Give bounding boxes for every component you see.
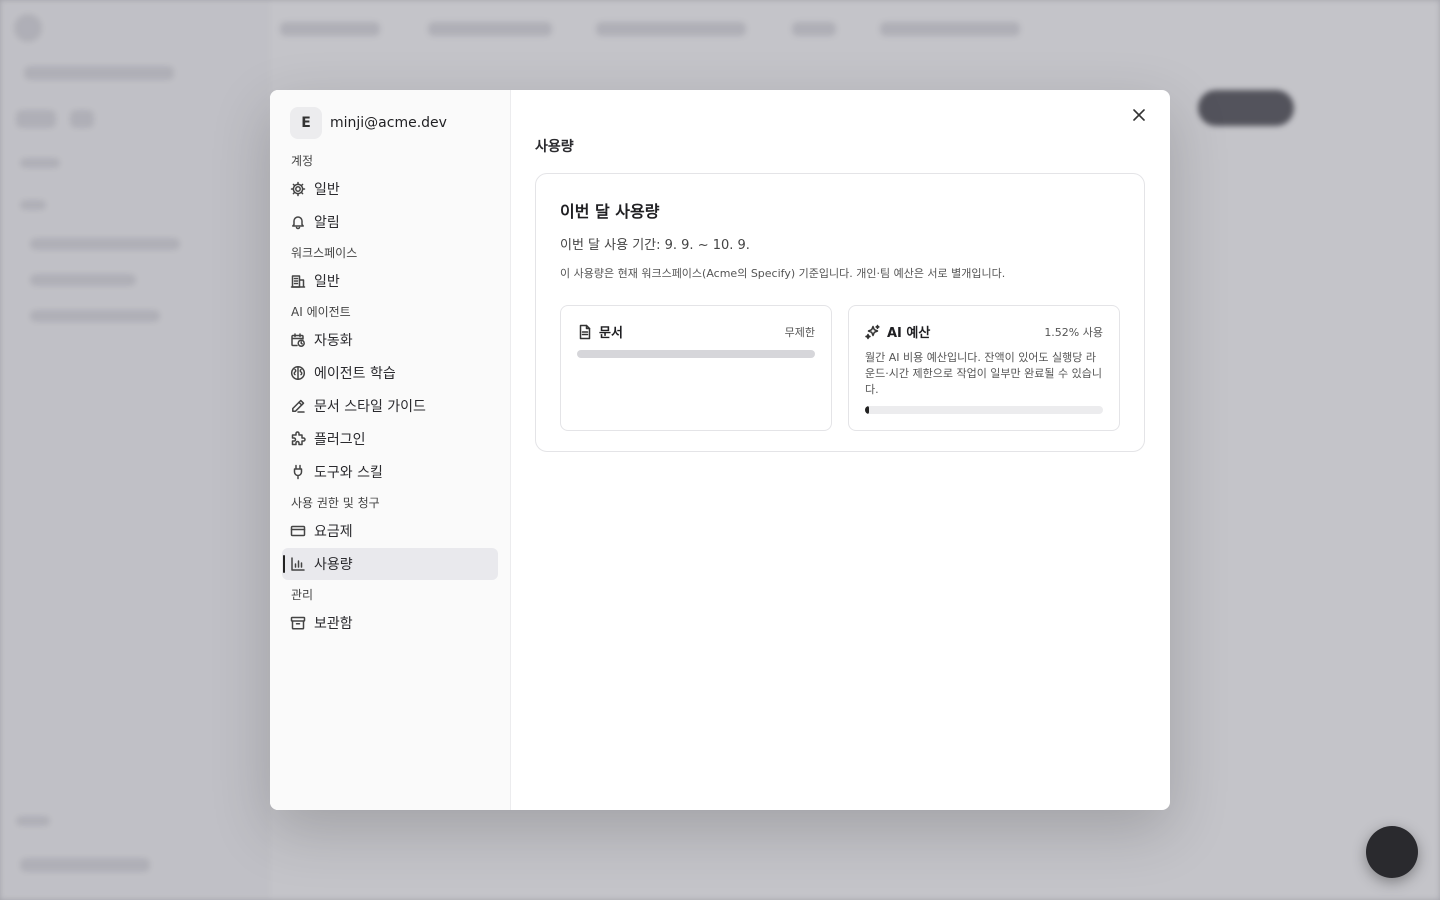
sidebar-item-plan[interactable]: 요금제 (282, 515, 498, 547)
sidebar-item-account-general[interactable]: 일반 (282, 173, 498, 205)
usage-period: 이번 달 사용 기간: 9. 9. ~ 10. 9. (560, 238, 750, 253)
sidebar-item-label: 에이전트 학습 (314, 366, 396, 382)
usage-note: 이 사용량은 현재 워크스페이스(Acme의 Specify) 기준입니다. 개… (560, 267, 1006, 280)
sidebar-item-label: 사용량 (314, 557, 353, 573)
sidebar-item-label: 요금제 (314, 524, 353, 540)
bell-icon (290, 214, 306, 230)
sidebar-item-label: 도구와 스킬 (314, 465, 383, 481)
building-icon (290, 273, 306, 289)
sidebar-item-usage[interactable]: 사용량 (282, 548, 498, 580)
section-label-workspace: 워크스페이스 (291, 246, 358, 260)
sidebar-item-style-guide[interactable]: 문서 스타일 가이드 (282, 390, 498, 422)
sidebar-item-label: 일반 (314, 274, 340, 290)
ai-budget-bar-fill (865, 406, 869, 414)
avatar: E (290, 107, 322, 139)
sidebar-item-workspace-general[interactable]: 일반 (282, 265, 498, 297)
documents-usage-bar (577, 350, 815, 358)
sidebar-item-plugins[interactable]: 플러그인 (282, 423, 498, 455)
archive-icon (290, 615, 306, 631)
brain-icon (290, 365, 306, 381)
section-label-admin: 관리 (291, 588, 314, 602)
credit-card-icon (290, 523, 306, 539)
section-label-account: 계정 (291, 154, 314, 168)
sidebar-item-label: 일반 (314, 182, 340, 198)
bar-chart-icon (290, 556, 306, 572)
section-label-ai-agent: AI 에이전트 (291, 305, 351, 319)
puzzle-icon (290, 431, 306, 447)
sparkles-icon (865, 324, 880, 339)
sidebar-item-label: 보관함 (314, 616, 353, 632)
documents-limit: 무제한 (784, 325, 815, 339)
document-icon (579, 324, 591, 339)
pen-icon (290, 398, 306, 414)
ai-budget-description: 월간 AI 비용 예산입니다. 잔액이 있어도 실행당 라운드·시간 제한으로 … (865, 351, 1102, 396)
settings-modal: E minji@acme.dev 계정 일반 알림 워크스페이스 일반 AI 에… (270, 90, 1170, 810)
section-label-billing: 사용 권한 및 청구 (291, 496, 380, 510)
settings-content: 사용량 이번 달 사용량 이번 달 사용 기간: 9. 9. ~ 10. 9. … (511, 90, 1170, 810)
monthly-usage-card: 이번 달 사용량 이번 달 사용 기간: 9. 9. ~ 10. 9. 이 사용… (535, 173, 1145, 452)
sidebar-item-agent-training[interactable]: 에이전트 학습 (282, 357, 498, 389)
gear-icon (290, 181, 306, 197)
card-title: 이번 달 사용량 (560, 202, 660, 221)
calendar-clock-icon (290, 332, 306, 348)
ai-budget-bar (865, 406, 1103, 414)
sidebar-item-tools-skills[interactable]: 도구와 스킬 (282, 456, 498, 488)
ai-budget-usage: 1.52% 사용 (1044, 325, 1103, 339)
floating-action-button[interactable] (1366, 826, 1418, 878)
sidebar-item-label: 문서 스타일 가이드 (314, 399, 426, 415)
ai-budget-label: AI 예산 (887, 326, 931, 341)
plug-icon (290, 464, 306, 480)
account-header: E minji@acme.dev (282, 106, 498, 140)
page-title: 사용량 (535, 139, 574, 155)
sidebar-item-label: 알림 (314, 215, 340, 231)
close-button[interactable] (1128, 104, 1150, 126)
sidebar-item-notifications[interactable]: 알림 (282, 206, 498, 238)
account-email: minji@acme.dev (330, 115, 447, 131)
ai-budget-card: AI 예산 1.52% 사용 월간 AI 비용 예산입니다. 잔액이 있어도 실… (848, 305, 1120, 431)
documents-usage-card: 문서 무제한 (560, 305, 832, 431)
settings-sidebar: E minji@acme.dev 계정 일반 알림 워크스페이스 일반 AI 에… (270, 90, 511, 810)
sidebar-item-automation[interactable]: 자동화 (282, 324, 498, 356)
documents-label: 문서 (599, 326, 623, 341)
sidebar-item-archive[interactable]: 보관함 (282, 607, 498, 639)
sidebar-item-label: 플러그인 (314, 432, 366, 448)
close-icon (1133, 109, 1145, 121)
sidebar-item-label: 자동화 (314, 333, 353, 349)
